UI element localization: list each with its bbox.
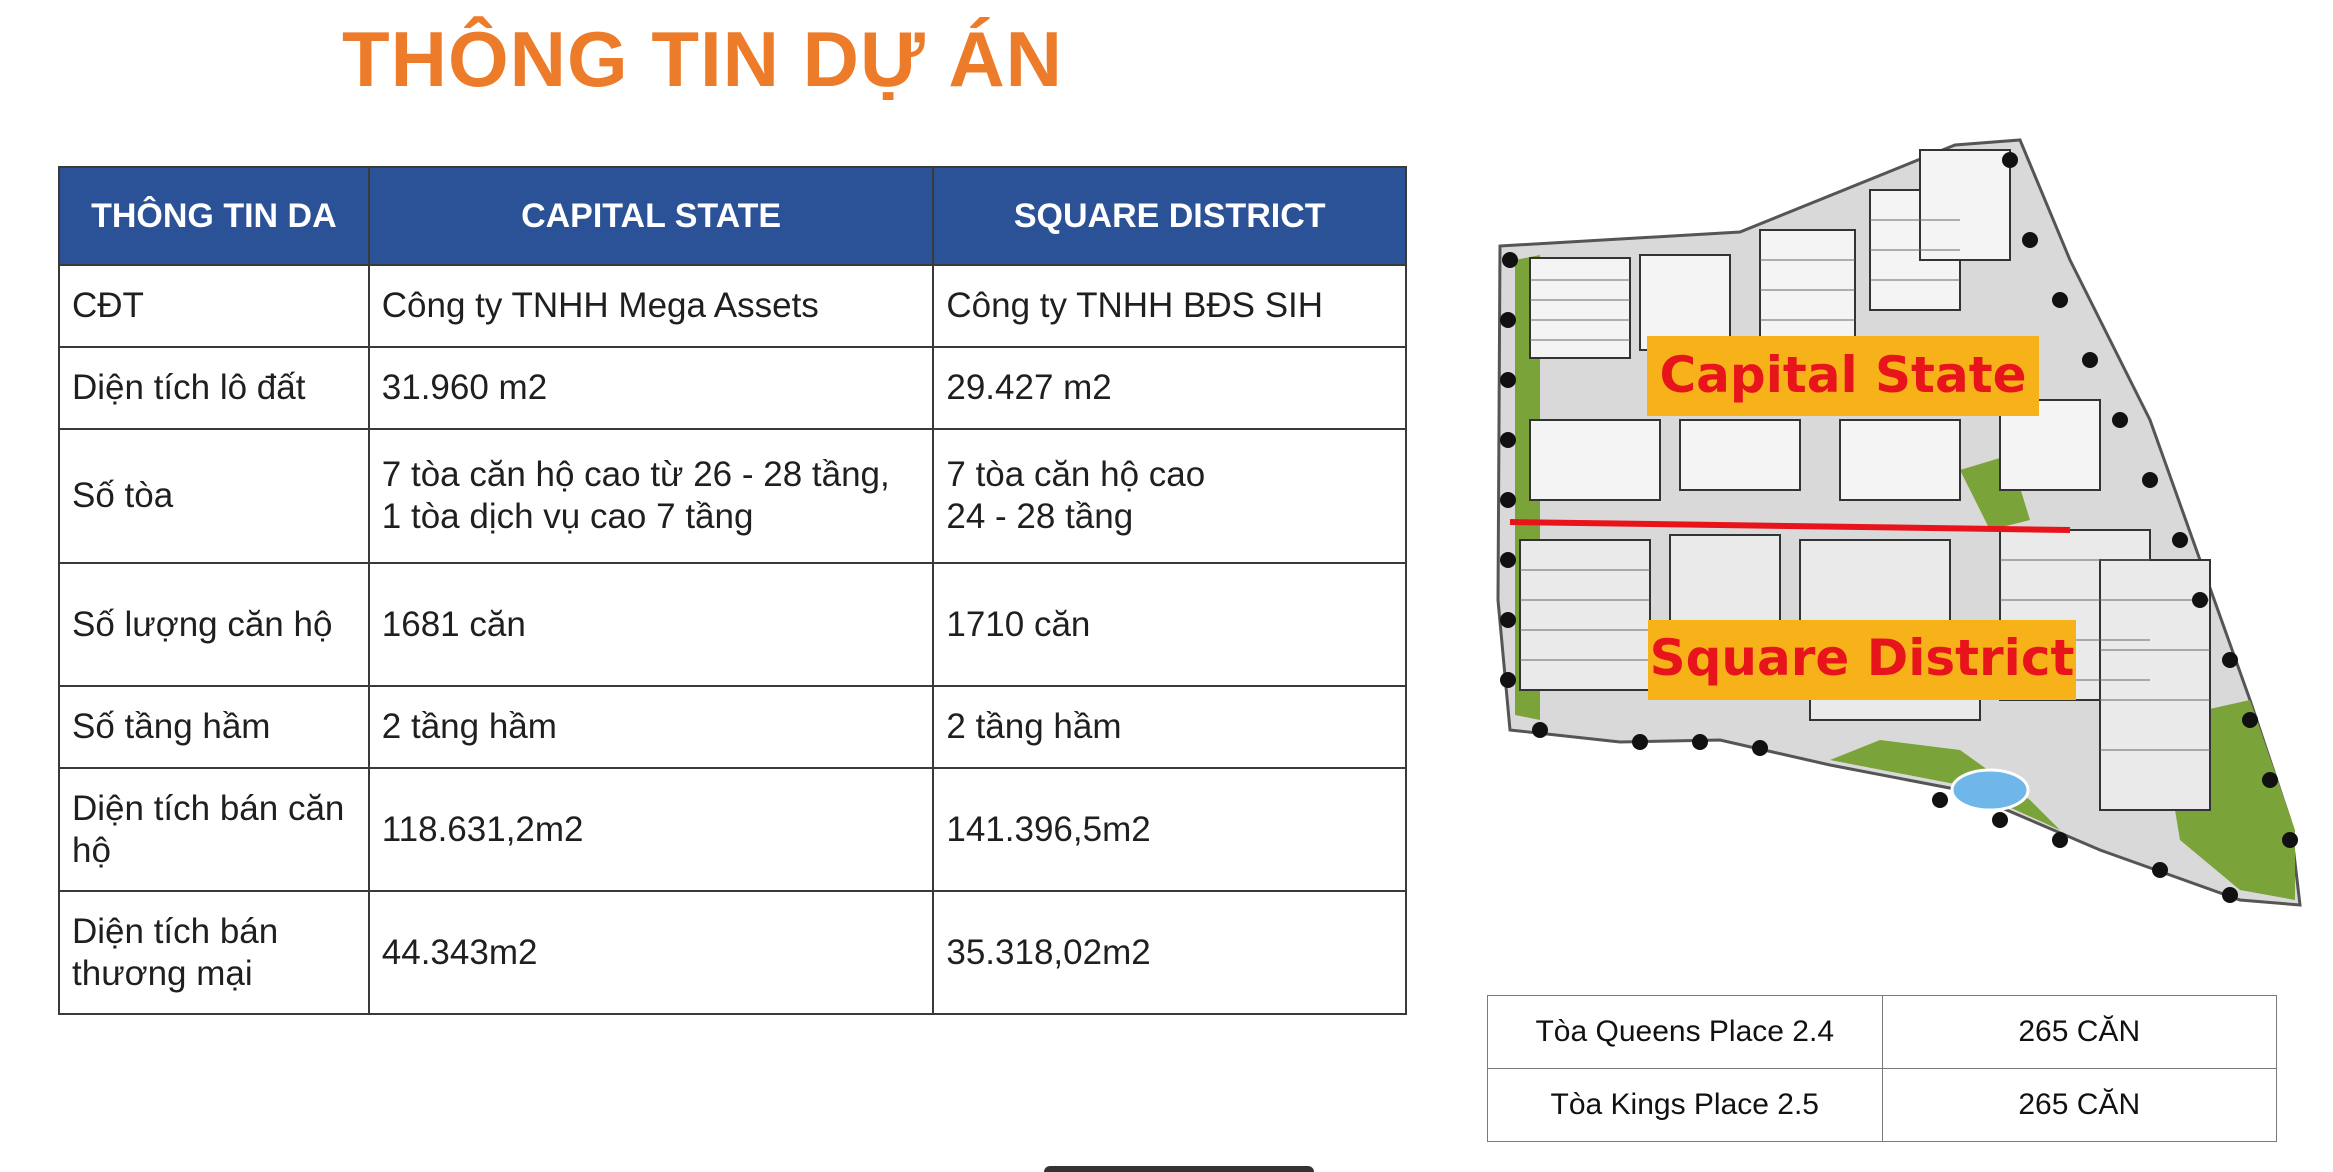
capital-state-value: 118.631,2m2 [367, 767, 935, 892]
row-label: Diện tích bán thương mại [58, 890, 370, 1015]
units-table: Tòa Queens Place 2.4 265 CĂN Tòa Kings P… [1487, 995, 2277, 1142]
bottom-handle [1044, 1166, 1314, 1172]
pond [1950, 768, 2030, 812]
row-label: Diện tích lô đất [58, 346, 370, 430]
unit-count: 265 CĂN [1881, 995, 2277, 1069]
square-district-value: 2 tầng hầm [932, 685, 1407, 769]
capital-state-value: 1681 căn [367, 562, 935, 687]
square-district-value: Công ty TNHH BĐS SIH [932, 264, 1407, 348]
square-district-value: 7 tòa căn hộ cao 24 - 28 tầng [932, 428, 1407, 564]
row-label: Số lượng căn hộ [58, 562, 370, 687]
row-label: Số tòa [58, 428, 370, 564]
capital-state-value: 31.960 m2 [367, 346, 935, 430]
table-row: Tòa Kings Place 2.5 265 CĂN [1487, 1068, 2277, 1142]
page-title: THÔNG TIN DỰ ÁN [342, 15, 1063, 103]
square-district-label: Square District [1650, 629, 2075, 687]
table-row: Diện tích bán căn hộ 118.631,2m2 141.396… [58, 767, 1407, 892]
capital-state-value: Công ty TNHH Mega Assets [367, 264, 935, 348]
table-row: Số tòa 7 tòa căn hộ cao từ 26 - 28 tầng,… [58, 428, 1407, 564]
site-plan-map: Capital State Square District [1496, 138, 2302, 907]
unit-count: 265 CĂN [1881, 1068, 2277, 1142]
square-district-value: 1710 căn [932, 562, 1407, 687]
header-project-info: THÔNG TIN DA [58, 166, 370, 266]
header-square-district: SQUARE DISTRICT [932, 166, 1407, 266]
capital-state-value: 2 tầng hầm [367, 685, 935, 769]
table-row: Diện tích bán thương mại 44.343m2 35.318… [58, 890, 1407, 1015]
capital-state-value: 44.343m2 [367, 890, 935, 1015]
table-row: Tòa Queens Place 2.4 265 CĂN [1487, 995, 2277, 1069]
building-name: Tòa Queens Place 2.4 [1487, 995, 1883, 1069]
capital-state-value: 7 tòa căn hộ cao từ 26 - 28 tầng, 1 tòa … [367, 428, 935, 564]
table-row: Số tầng hầm 2 tầng hầm 2 tầng hầm [58, 685, 1407, 769]
table-row: Diện tích lô đất 31.960 m2 29.427 m2 [58, 346, 1407, 430]
table-row: CĐT Công ty TNHH Mega Assets Công ty TNH… [58, 264, 1407, 348]
square-district-value: 35.318,02m2 [932, 890, 1407, 1015]
table-header-row: THÔNG TIN DA CAPITAL STATE SQUARE DISTRI… [58, 166, 1407, 266]
row-label: CĐT [58, 264, 370, 348]
project-info-table: THÔNG TIN DA CAPITAL STATE SQUARE DISTRI… [58, 166, 1407, 1015]
square-district-value: 141.396,5m2 [932, 767, 1407, 892]
row-label: Số tầng hầm [58, 685, 370, 769]
building-name: Tòa Kings Place 2.5 [1487, 1068, 1883, 1142]
capital-state-label: Capital State [1659, 346, 2026, 404]
header-capital-state: CAPITAL STATE [367, 166, 935, 266]
row-label: Diện tích bán căn hộ [58, 767, 370, 892]
table-row: Số lượng căn hộ 1681 căn 1710 căn [58, 562, 1407, 687]
square-district-value: 29.427 m2 [932, 346, 1407, 430]
